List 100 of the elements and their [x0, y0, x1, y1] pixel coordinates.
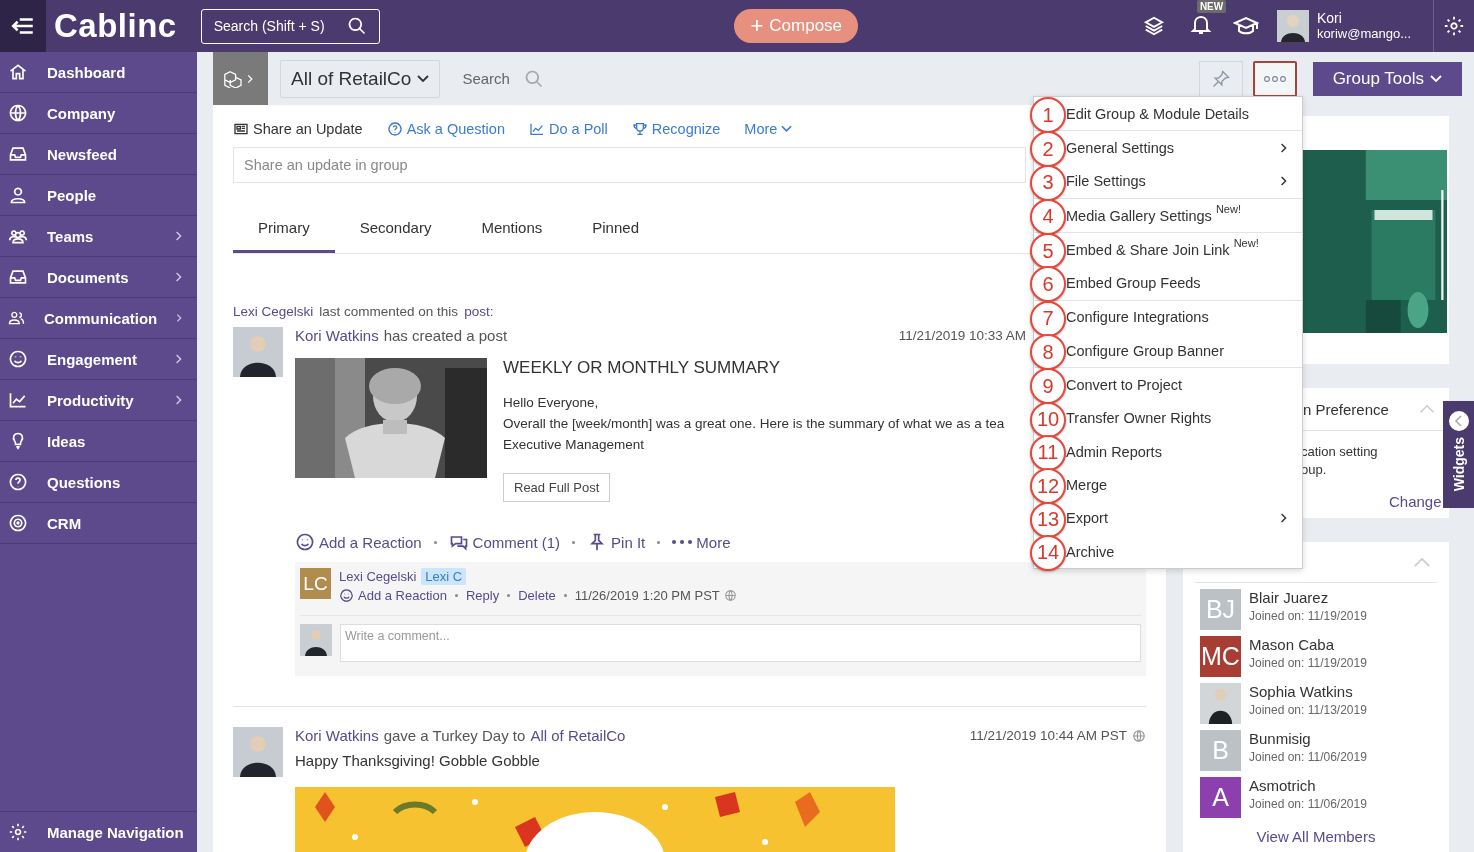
post-text: Happy Thanksgiving! Gobble Gobble — [295, 752, 541, 769]
widgets-tab[interactable]: Widgets — [1443, 401, 1474, 508]
member-name[interactable]: Asmotrich — [1249, 777, 1367, 794]
user-link[interactable]: Lexi Cegelski — [233, 304, 314, 319]
annotation-number: 5 — [1030, 233, 1066, 270]
annotation-number: 6 — [1030, 266, 1066, 303]
post-action[interactable]: Add a Reaction — [295, 532, 422, 552]
more-dropdown[interactable]: More — [744, 121, 793, 137]
globe-icon — [723, 589, 737, 602]
nav-item[interactable]: Dashboard — [0, 52, 197, 93]
logo[interactable]: Cablinc — [54, 7, 177, 45]
post-action[interactable]: Pin It — [587, 532, 646, 552]
nav-item[interactable]: CRM — [0, 503, 197, 544]
avatar[interactable] — [233, 727, 283, 777]
post-action[interactable]: Comment (1) — [448, 532, 561, 552]
nav-item[interactable]: Newsfeed — [0, 134, 197, 175]
nav-item[interactable]: Engagement — [0, 339, 197, 380]
person-icon — [8, 185, 28, 205]
member-name[interactable]: Mason Caba — [1249, 636, 1367, 653]
update-input[interactable]: Share an update in group — [233, 147, 1026, 183]
nav-item[interactable]: Communication — [0, 298, 197, 339]
chevron-icon — [175, 230, 183, 242]
chevron-icon — [1280, 141, 1288, 154]
feed-tab[interactable]: Secondary — [334, 211, 457, 253]
nav-item[interactable]: Questions — [0, 462, 197, 503]
chevron-icon — [175, 394, 183, 406]
help-icon — [8, 472, 28, 492]
tray-icon — [8, 267, 28, 287]
user-name[interactable]: Kori — [1316, 10, 1411, 26]
target-icon — [8, 513, 28, 533]
globe-icon — [8, 103, 28, 123]
composer-tab[interactable]: Do a Poll — [528, 121, 608, 137]
post-text: Overall the [week/month] was a great one. Here is the summary of what we as a tea — [503, 415, 1005, 433]
post-action[interactable]: More — [672, 533, 731, 551]
feed-tab[interactable]: Pinned — [567, 211, 664, 253]
action-text: has created a post — [383, 327, 508, 344]
annotation-number: 12 — [1030, 468, 1066, 505]
nav-item[interactable]: Ideas — [0, 421, 197, 462]
feed-tab[interactable]: Primary — [233, 211, 335, 253]
composer-tab[interactable]: Ask a Question — [386, 121, 505, 137]
caret-icon — [781, 125, 793, 133]
group-dropdown[interactable]: All of RetailCo — [280, 59, 441, 98]
more-options-button[interactable] — [1252, 60, 1297, 97]
author-link[interactable]: Kori Watkins — [295, 727, 379, 744]
annotation-number: 14 — [1030, 534, 1066, 571]
feed-tab[interactable]: Mentions — [456, 211, 568, 253]
avatar[interactable] — [1276, 10, 1309, 42]
post-time: 11/21/2019 10:33 AM — [898, 328, 1026, 343]
read-full-post-button[interactable]: Read Full Post — [503, 473, 611, 502]
post-link[interactable]: post — [464, 304, 490, 319]
widget-title: n Preference — [1303, 400, 1389, 418]
nav-item[interactable]: Documents — [0, 257, 197, 298]
commenter-link[interactable]: Lexi Cegelski — [339, 569, 417, 584]
member-name[interactable]: Bunmisig — [1249, 730, 1367, 747]
member-name[interactable]: Blair Juarez — [1249, 589, 1367, 606]
composer-tab[interactable]: Recognize — [631, 121, 721, 137]
avatar[interactable] — [233, 327, 283, 377]
smiley-icon[interactable] — [339, 588, 354, 603]
dots-icon — [672, 540, 693, 544]
comment-action[interactable]: Delete — [518, 588, 556, 603]
chart-icon — [8, 390, 28, 410]
avatar[interactable]: A — [1200, 777, 1241, 818]
group-tools-button[interactable]: Group Tools — [1312, 61, 1462, 96]
chevron-icon — [1280, 175, 1288, 188]
search-field[interactable]: Search — [462, 70, 510, 87]
manage-navigation-button[interactable]: Manage Navigation — [0, 811, 197, 852]
avatar[interactable]: MC — [1200, 636, 1241, 677]
nav-item[interactable]: Productivity — [0, 380, 197, 421]
nav-item[interactable]: People — [0, 175, 197, 216]
user-tag: Lexi C — [421, 568, 467, 585]
tray-icon — [8, 144, 28, 164]
member-name[interactable]: Sophia Watkins — [1249, 683, 1367, 700]
join-date: Joined on: 11/06/2019 — [1249, 797, 1367, 811]
post-text: Hello Everyone, — [503, 394, 600, 412]
layers-icon[interactable] — [1142, 15, 1165, 37]
view-all-members-link[interactable]: View All Members — [1256, 828, 1376, 845]
group-switcher-button[interactable] — [213, 52, 268, 105]
join-date: Joined on: 11/19/2019 — [1249, 656, 1367, 670]
comment-action[interactable]: Reply — [465, 588, 500, 603]
nav-item[interactable]: Company — [0, 93, 197, 134]
nav-item[interactable]: Teams — [0, 216, 197, 257]
dots-icon — [1262, 74, 1287, 83]
annotation-number: 3 — [1030, 164, 1066, 201]
composer-tab[interactable]: Share an Update — [233, 121, 363, 137]
menu-button[interactable] — [0, 0, 46, 52]
caret-icon — [417, 74, 430, 83]
group-link[interactable]: All of RetailCo — [530, 727, 626, 744]
change-link[interactable]: Change — [1389, 493, 1442, 510]
avatar — [300, 624, 332, 656]
join-date: Joined on: 11/19/2019 — [1249, 609, 1367, 623]
chevron-icon — [176, 312, 183, 324]
avatar[interactable] — [1200, 683, 1241, 724]
search-field[interactable]: Search (Shift + S) — [200, 8, 380, 44]
annotation-number: 2 — [1030, 131, 1066, 168]
author-link[interactable]: Kori Watkins — [295, 327, 379, 344]
menu-item[interactable]: 4 Media Gallery Settings $^{New!}$ — [1034, 198, 1302, 233]
caret-icon — [1430, 74, 1442, 83]
annotation-number: 8 — [1030, 334, 1066, 371]
settings-icon — [1443, 15, 1465, 37]
comment-action[interactable]: Add a Reaction — [358, 588, 447, 603]
